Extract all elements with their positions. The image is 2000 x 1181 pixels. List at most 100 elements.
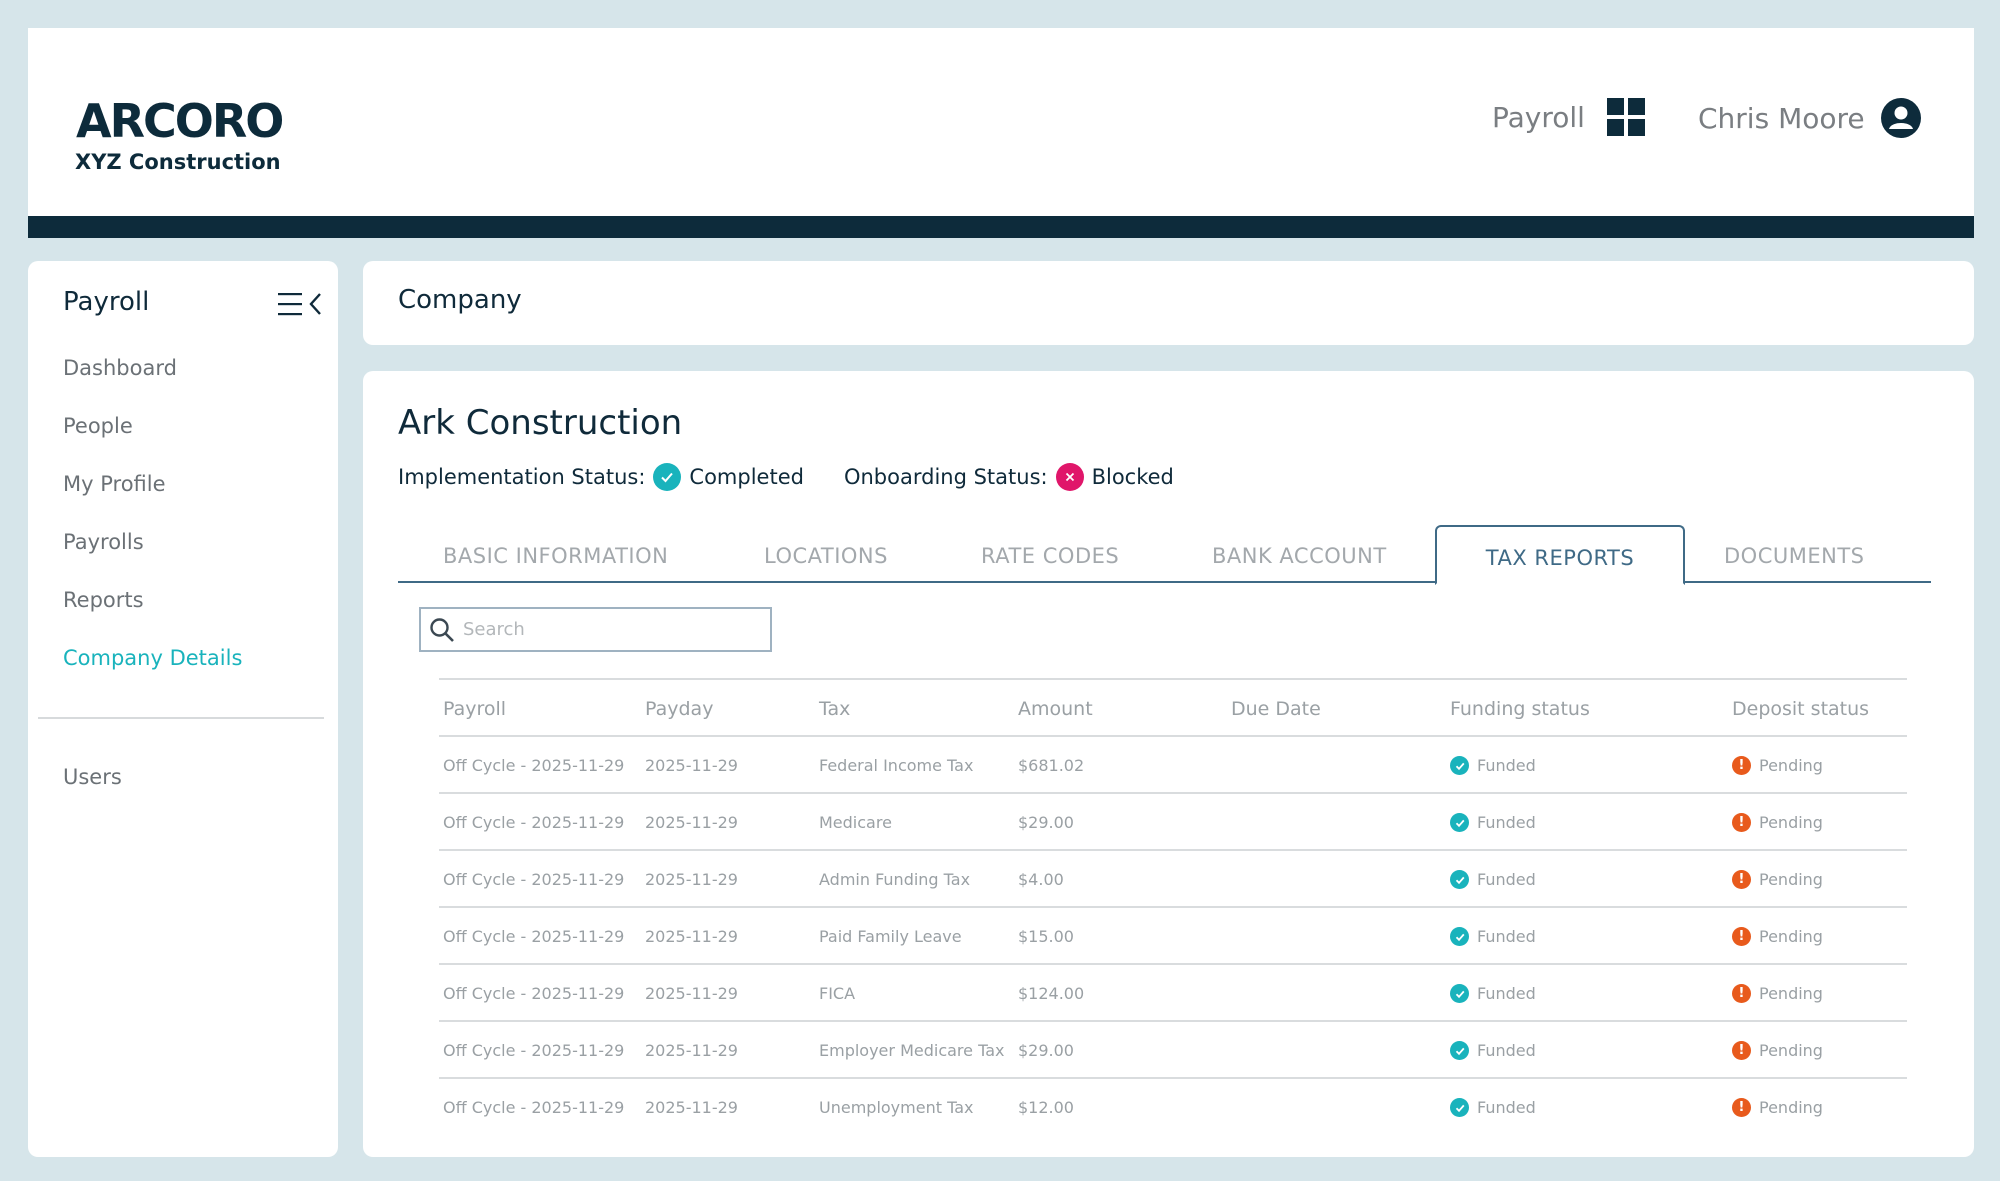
funding-status-text: Funded — [1477, 984, 1536, 1003]
amount-cell: $29.00 — [1018, 813, 1074, 832]
deposit-status-cell: ! Pending — [1732, 737, 1823, 794]
sidebar-divider — [38, 717, 324, 719]
payday-cell: 2025-11-29 — [645, 756, 738, 775]
check-circle-icon — [1450, 813, 1469, 832]
payday-cell: 2025-11-29 — [645, 1041, 738, 1060]
search-box[interactable] — [419, 607, 772, 652]
app-label: Payroll — [1492, 100, 1585, 134]
tax-cell: Employer Medicare Tax — [819, 1041, 1005, 1060]
exclamation-circle-icon: ! — [1732, 984, 1751, 1003]
payday-cell: 2025-11-29 — [645, 984, 738, 1003]
onboarding-status-value: Blocked — [1091, 465, 1174, 489]
deposit-status-text: Pending — [1759, 984, 1823, 1003]
arcoro-logo[interactable]: ARCORO — [76, 94, 284, 148]
tab-basic-information[interactable]: BASIC INFORMATION — [443, 525, 668, 583]
funding-status-text: Funded — [1477, 756, 1536, 775]
tab-bank-account[interactable]: BANK ACCOUNT — [1212, 525, 1387, 583]
table-row[interactable]: Off Cycle - 2025-11-29 2025-11-29 Federal … — [439, 735, 1907, 792]
page-title: Company — [398, 285, 522, 315]
main-card: Ark Construction Implementation Status: … — [363, 371, 1974, 1157]
table-row[interactable]: Off Cycle - 2025-11-29 2025-11-29 Medicare… — [439, 792, 1907, 849]
check-circle-icon — [1450, 870, 1469, 889]
x-circle-icon — [1055, 463, 1084, 491]
search-input[interactable] — [463, 619, 763, 640]
tab-locations[interactable]: LOCATIONS — [764, 525, 888, 583]
funding-status-text: Funded — [1477, 870, 1536, 889]
table-row[interactable]: Off Cycle - 2025-11-29 2025-11-29 Employer… — [439, 1020, 1907, 1077]
app-frame: ARCORO XYZ Construction Payroll Chris Mo… — [0, 0, 2000, 1181]
check-circle-icon — [1450, 756, 1469, 775]
tab-bar: BASIC INFORMATION LOCATIONS RATE CODES B… — [398, 525, 1931, 585]
deposit-status-text: Pending — [1759, 756, 1823, 775]
deposit-status-cell: ! Pending — [1732, 794, 1823, 851]
sidebar-item-my-profile[interactable]: My Profile — [63, 470, 242, 528]
user-menu[interactable]: Chris Moore — [1698, 98, 1921, 138]
user-name: Chris Moore — [1698, 101, 1865, 135]
sidebar-item-reports[interactable]: Reports — [63, 586, 242, 644]
app-switcher[interactable]: Payroll — [1492, 98, 1645, 136]
header-bar — [28, 216, 1974, 238]
payroll-cell: Off Cycle - 2025-11-29 — [443, 1041, 625, 1060]
column-header-payroll[interactable]: Payroll — [443, 680, 506, 737]
payday-cell: 2025-11-29 — [645, 927, 738, 946]
table-row[interactable]: Off Cycle - 2025-11-29 2025-11-29 Unemploy… — [439, 1077, 1907, 1134]
column-header-due-date[interactable]: Due Date — [1231, 680, 1321, 737]
payday-cell: 2025-11-29 — [645, 813, 738, 832]
funding-status-cell: Funded — [1450, 908, 1536, 965]
menu-collapse-icon[interactable] — [278, 291, 328, 317]
tab-tax-reports[interactable]: TAX REPORTS — [1435, 525, 1685, 585]
deposit-status-text: Pending — [1759, 813, 1823, 832]
amount-cell: $124.00 — [1018, 984, 1085, 1003]
amount-cell: $4.00 — [1018, 870, 1064, 889]
column-header-funding-status[interactable]: Funding status — [1450, 680, 1590, 737]
payroll-cell: Off Cycle - 2025-11-29 — [443, 756, 625, 775]
sidebar-item-company-details[interactable]: Company Details — [63, 644, 242, 702]
amount-cell: $12.00 — [1018, 1098, 1074, 1117]
column-header-tax[interactable]: Tax — [819, 680, 850, 737]
user-circle-icon[interactable] — [1880, 98, 1921, 138]
exclamation-circle-icon: ! — [1732, 1041, 1751, 1060]
tax-cell: Admin Funding Tax — [819, 870, 971, 889]
organization-name: Ark Construction — [398, 403, 683, 443]
funding-status-cell: Funded — [1450, 1079, 1536, 1136]
sidebar: Payroll Dashboard People My Profile Payr… — [28, 261, 338, 1157]
funding-status-cell: Funded — [1450, 737, 1536, 794]
sidebar-nav: Dashboard People My Profile Payrolls Rep… — [63, 354, 242, 702]
onboarding-status-label: Onboarding Status: — [843, 465, 1048, 489]
funding-status-text: Funded — [1477, 1098, 1536, 1117]
sidebar-item-dashboard[interactable]: Dashboard — [63, 354, 242, 412]
exclamation-circle-icon: ! — [1732, 927, 1751, 946]
column-header-amount[interactable]: Amount — [1018, 680, 1093, 737]
funding-status-cell: Funded — [1450, 1022, 1536, 1079]
exclamation-circle-icon: ! — [1732, 813, 1751, 832]
funding-status-text: Funded — [1477, 1041, 1536, 1060]
implementation-status-value: Completed — [689, 465, 804, 489]
search-icon — [430, 617, 454, 642]
tab-documents[interactable]: DOCUMENTS — [1724, 525, 1865, 583]
tax-cell: FICA — [819, 984, 856, 1003]
amount-cell: $681.02 — [1018, 756, 1085, 775]
column-header-payday[interactable]: Payday — [645, 680, 713, 737]
exclamation-circle-icon: ! — [1732, 870, 1751, 889]
payday-cell: 2025-11-29 — [645, 1098, 738, 1117]
page-title-card: Company — [363, 261, 1974, 345]
funding-status-cell: Funded — [1450, 851, 1536, 908]
sidebar-item-payrolls[interactable]: Payrolls — [63, 528, 242, 586]
tax-cell: Medicare — [819, 813, 892, 832]
table-row[interactable]: Off Cycle - 2025-11-29 2025-11-29 Admin Fu… — [439, 849, 1907, 906]
sidebar-title: Payroll — [63, 287, 150, 317]
top-header: ARCORO XYZ Construction Payroll Chris Mo… — [28, 28, 1974, 238]
tax-cell: Paid Family Leave — [819, 927, 962, 946]
grid-icon[interactable] — [1606, 98, 1645, 136]
table-row[interactable]: Off Cycle - 2025-11-29 2025-11-29 FICA $124… — [439, 963, 1907, 1020]
exclamation-circle-icon: ! — [1732, 756, 1751, 775]
sidebar-item-people[interactable]: People — [63, 412, 242, 470]
exclamation-circle-icon: ! — [1732, 1098, 1751, 1117]
column-header-deposit-status[interactable]: Deposit status — [1732, 680, 1869, 737]
deposit-status-text: Pending — [1759, 870, 1823, 889]
funding-status-text: Funded — [1477, 813, 1536, 832]
table-row[interactable]: Off Cycle - 2025-11-29 2025-11-29 Paid Fam… — [439, 906, 1907, 963]
sidebar-item-users[interactable]: Users — [63, 765, 122, 789]
tab-rate-codes[interactable]: RATE CODES — [981, 525, 1119, 583]
deposit-status-cell: ! Pending — [1732, 851, 1823, 908]
